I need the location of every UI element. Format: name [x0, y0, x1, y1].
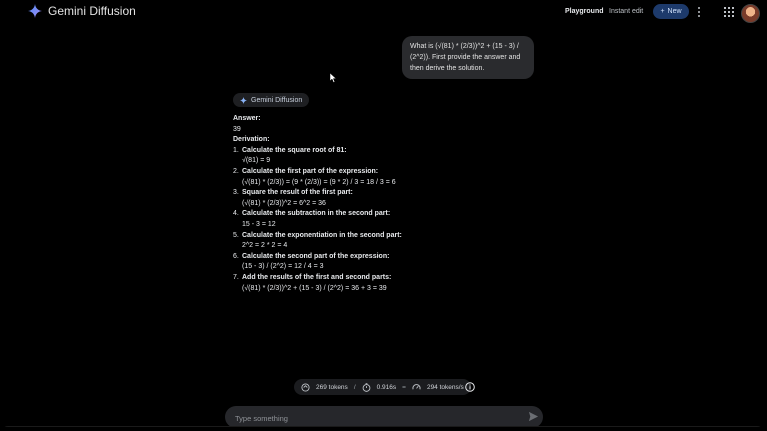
app-window: Gemini Diffusion Playground Instant edit… [2, 2, 763, 427]
step-title: Calculate the second part of the express… [242, 252, 390, 260]
step-detail: (15 - 3) / (2^2) = 12 / 4 = 3 [242, 263, 324, 271]
gemini-sparkle-icon [240, 96, 247, 104]
derivation-step: 2. Calculate the first part of the expre… [233, 167, 563, 188]
token-rate: 294 tokens/s [426, 383, 464, 391]
speedometer-icon [412, 383, 421, 389]
generation-time: 0.916s [376, 383, 397, 391]
step-number: 6. [233, 252, 239, 260]
derivation-step: 3. Square the result of the first part: (… [233, 188, 563, 209]
step-title: Calculate the first part of the expressi… [242, 167, 379, 175]
apps-grid-icon[interactable] [724, 7, 734, 17]
more-vert-icon[interactable] [696, 6, 702, 18]
user-message-bubble: What is (√(81) * (2/3))^2 + (15 - 3) / (… [402, 36, 534, 79]
model-response: Answer: 39 Derivation: 1. Calculate the … [233, 114, 563, 294]
derivation-steps: 1. Calculate the square root of 81: √(81)… [233, 146, 563, 294]
token-count: 269 tokens [316, 383, 348, 391]
step-title: Square the result of the first part: [242, 189, 353, 197]
new-button-label: New [667, 8, 682, 15]
top-bar: Gemini Diffusion Playground Instant edit… [2, 2, 763, 26]
user-message-text: What is (√(81) * (2/3))^2 + (15 - 3) / (… [410, 43, 521, 72]
step-title: Calculate the exponentiation in the seco… [242, 231, 402, 239]
mouse-pointer-icon [330, 73, 337, 83]
bottom-divider [2, 426, 763, 427]
step-number: 5. [233, 231, 239, 239]
stats-separator: = [402, 383, 406, 391]
answer-value: 39 [233, 125, 241, 133]
derivation-step: 1. Calculate the square root of 81: √(81)… [233, 146, 563, 167]
step-detail: 2^2 = 2 * 2 = 4 [242, 242, 288, 250]
prompt-input[interactable] [233, 410, 517, 426]
step-detail: (√(81) * (2/3))^2 = 6^2 = 36 [242, 199, 326, 207]
derivation-step: 4. Calculate the subtraction in the seco… [233, 209, 563, 230]
token-counter-icon [301, 382, 310, 392]
brand[interactable]: Gemini Diffusion [28, 4, 136, 18]
derivation-step: 6. Calculate the second part of the expr… [233, 252, 563, 273]
generation-stats: 269 tokens / 0.916s = 294 tokens/s [294, 379, 471, 395]
model-chip[interactable]: Gemini Diffusion [233, 93, 310, 107]
plus-icon: + [660, 8, 665, 15]
prompt-composer [225, 406, 543, 427]
step-number: 1. [233, 146, 239, 154]
info-icon[interactable] [465, 382, 475, 392]
step-number: 4. [233, 210, 239, 218]
answer-label: Answer: [233, 115, 261, 122]
step-number: 3. [233, 189, 239, 197]
app-title: Gemini Diffusion [48, 4, 136, 18]
model-chip-label: Gemini Diffusion [251, 96, 303, 104]
step-number: 7. [233, 273, 239, 281]
step-detail: (√(81) * (2/3))^2 + (15 - 3) / (2^2) = 3… [242, 284, 387, 292]
nav-instant-edit[interactable]: Instant edit [609, 8, 643, 15]
derivation-step: 7. Add the results of the first and seco… [233, 273, 563, 294]
step-detail: √(81) = 9 [242, 157, 271, 165]
step-title: Calculate the square root of 81: [242, 146, 347, 154]
gemini-sparkle-icon [28, 4, 42, 18]
timer-icon [362, 382, 370, 392]
step-detail: 15 - 3 = 12 [242, 220, 276, 228]
derivation-step: 5. Calculate the exponentiation in the s… [233, 231, 563, 252]
derivation-label: Derivation: [233, 136, 270, 144]
nav-playground[interactable]: Playground [565, 8, 604, 15]
step-title: Calculate the subtraction in the second … [242, 210, 391, 218]
step-detail: (√(81) * (2/3)) = (9 * (2/3)) = (9 * 2) … [242, 178, 396, 186]
new-button[interactable]: + New [653, 4, 689, 19]
stats-separator: / [353, 383, 356, 391]
send-icon[interactable] [528, 411, 539, 422]
step-number: 2. [233, 167, 239, 175]
step-title: Add the results of the first and second … [242, 273, 392, 281]
avatar[interactable] [741, 4, 760, 23]
